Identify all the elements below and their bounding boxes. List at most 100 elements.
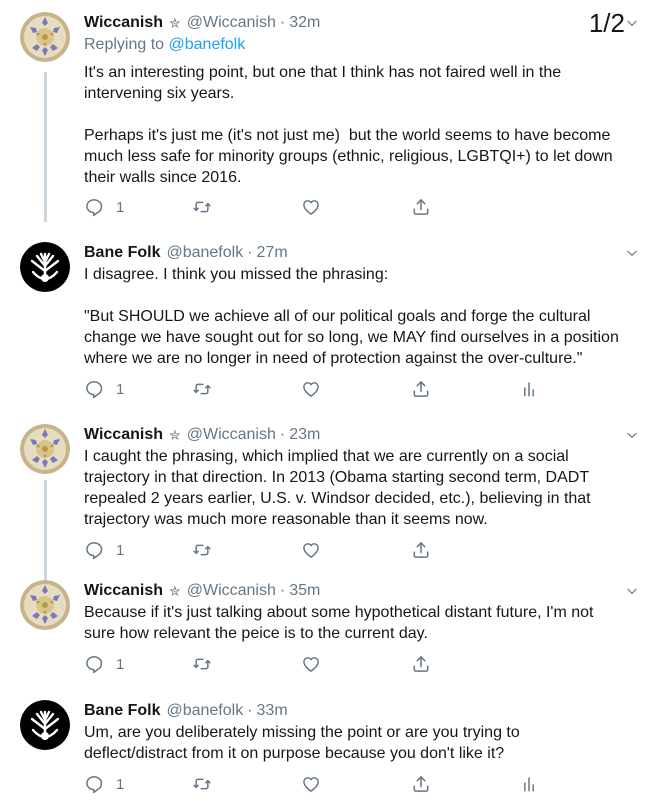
retweet-icon (192, 197, 212, 217)
chevron-down-icon[interactable] (625, 428, 639, 442)
user-handle[interactable]: @Wiccanish (187, 14, 276, 32)
star-icon: ✮ (169, 14, 181, 31)
chevron-down-icon[interactable] (625, 16, 639, 30)
display-name[interactable]: Bane Folk (84, 702, 160, 720)
retweet-icon (192, 379, 212, 399)
heart-icon (301, 654, 321, 674)
chevron-down-icon[interactable] (625, 584, 639, 598)
separator-dot: · (247, 244, 253, 261)
reply-button[interactable]: 1 (84, 774, 124, 794)
reply-count: 1 (116, 655, 125, 673)
share-icon (411, 774, 431, 794)
reply-count: 1 (116, 198, 125, 216)
heart-icon (301, 774, 321, 794)
user-handle[interactable]: @banefolk (166, 702, 243, 720)
reply-count: 1 (116, 380, 125, 398)
timestamp[interactable]: 27m (257, 244, 288, 262)
retweet-button[interactable] (192, 197, 212, 217)
reply-count: 1 (116, 775, 125, 793)
like-button[interactable] (301, 774, 321, 794)
retweet-icon (192, 540, 212, 560)
timestamp[interactable]: 35m (289, 582, 320, 600)
tweet-header: Bane Folk @banefolk · 33m (84, 700, 288, 722)
retweet-button[interactable] (192, 774, 212, 794)
like-button[interactable] (301, 540, 321, 560)
share-icon (411, 654, 431, 674)
replying-to-label: Replying to (84, 36, 165, 53)
reply-button[interactable]: 1 (84, 654, 124, 674)
heart-icon (301, 379, 321, 399)
like-button[interactable] (301, 379, 321, 399)
tweet-header: Bane Folk @banefolk · 27m (84, 242, 288, 264)
flower-plate-avatar-icon (20, 580, 70, 630)
share-icon (411, 540, 431, 560)
avatar[interactable] (20, 700, 70, 750)
separator-dot: · (279, 426, 286, 443)
separator-dot: · (247, 702, 253, 719)
avatar[interactable] (20, 12, 70, 62)
avatar[interactable] (20, 242, 70, 292)
reply-icon (84, 379, 104, 399)
separator-dot: · (279, 582, 286, 599)
retweet-icon (192, 654, 212, 674)
flower-plate-avatar-icon (20, 424, 70, 474)
display-name[interactable]: Wiccanish (84, 14, 163, 32)
retweet-button[interactable] (192, 540, 212, 560)
like-button[interactable] (301, 197, 321, 217)
user-handle[interactable]: @Wiccanish (187, 426, 276, 444)
share-icon (411, 379, 431, 399)
star-icon: ✮ (169, 426, 181, 443)
retweet-button[interactable] (192, 379, 212, 399)
display-name[interactable]: Bane Folk (84, 244, 160, 262)
tweet[interactable]: Wiccanish ✮ @Wiccanish · 23m I caught th… (0, 424, 661, 564)
replying-to-link[interactable]: @banefolk (169, 36, 246, 53)
flower-plate-avatar-icon (20, 12, 70, 62)
share-button[interactable] (411, 774, 431, 794)
tweet-header: Wiccanish ✮ @Wiccanish · 23m (84, 424, 320, 446)
tweet-actions: 1 (84, 540, 554, 560)
user-handle[interactable]: @banefolk (166, 244, 243, 262)
analytics-button[interactable] (519, 379, 539, 399)
share-button[interactable] (411, 379, 431, 399)
tweet-text: It's an interesting point, but one that … (84, 64, 613, 186)
tweet-text: I disagree. I think you missed the phras… (84, 266, 619, 367)
tweet-text: Because if it's just talking about some … (84, 604, 594, 642)
timestamp[interactable]: 32m (289, 14, 320, 32)
analytics-icon (519, 774, 539, 794)
share-icon (411, 197, 431, 217)
reply-button[interactable]: 1 (84, 379, 124, 399)
retweet-button[interactable] (192, 654, 212, 674)
timestamp[interactable]: 23m (289, 426, 320, 444)
display-name[interactable]: Wiccanish (84, 426, 163, 444)
retweet-icon (192, 774, 212, 794)
display-name[interactable]: Wiccanish (84, 582, 163, 600)
chevron-down-icon[interactable] (625, 246, 639, 260)
tweet-text: Um, are you deliberately missing the poi… (84, 724, 520, 762)
share-button[interactable] (411, 654, 431, 674)
tweet[interactable]: Wiccanish ✮ @Wiccanish · 32m 1/2 Replyin… (0, 8, 661, 222)
replying-to: Replying to @banefolk (84, 36, 245, 54)
tweet-text: I caught the phrasing, which implied tha… (84, 448, 591, 528)
reply-icon (84, 540, 104, 560)
tweet[interactable]: Bane Folk @banefolk · 27m I disagree. I … (0, 242, 661, 407)
tree-roots-avatar-icon (20, 700, 70, 750)
analytics-button[interactable] (519, 774, 539, 794)
reply-button[interactable]: 1 (84, 197, 124, 217)
avatar[interactable] (20, 580, 70, 630)
reply-button[interactable]: 1 (84, 540, 124, 560)
like-button[interactable] (301, 654, 321, 674)
timestamp[interactable]: 33m (257, 702, 288, 720)
reply-count: 1 (116, 541, 125, 559)
tweet-actions: 1 (84, 379, 554, 399)
avatar[interactable] (20, 424, 70, 474)
reply-icon (84, 654, 104, 674)
tree-roots-avatar-icon (20, 242, 70, 292)
star-icon: ✮ (169, 582, 181, 599)
user-handle[interactable]: @Wiccanish (187, 582, 276, 600)
tweet[interactable]: Wiccanish ✮ @Wiccanish · 35m Because if … (0, 580, 661, 680)
share-button[interactable] (411, 197, 431, 217)
tweet-header: Wiccanish ✮ @Wiccanish · 35m (84, 580, 320, 602)
thread-counter: 1/2 (588, 8, 625, 38)
share-button[interactable] (411, 540, 431, 560)
tweet[interactable]: Bane Folk @banefolk · 33m Um, are you de… (0, 700, 661, 800)
